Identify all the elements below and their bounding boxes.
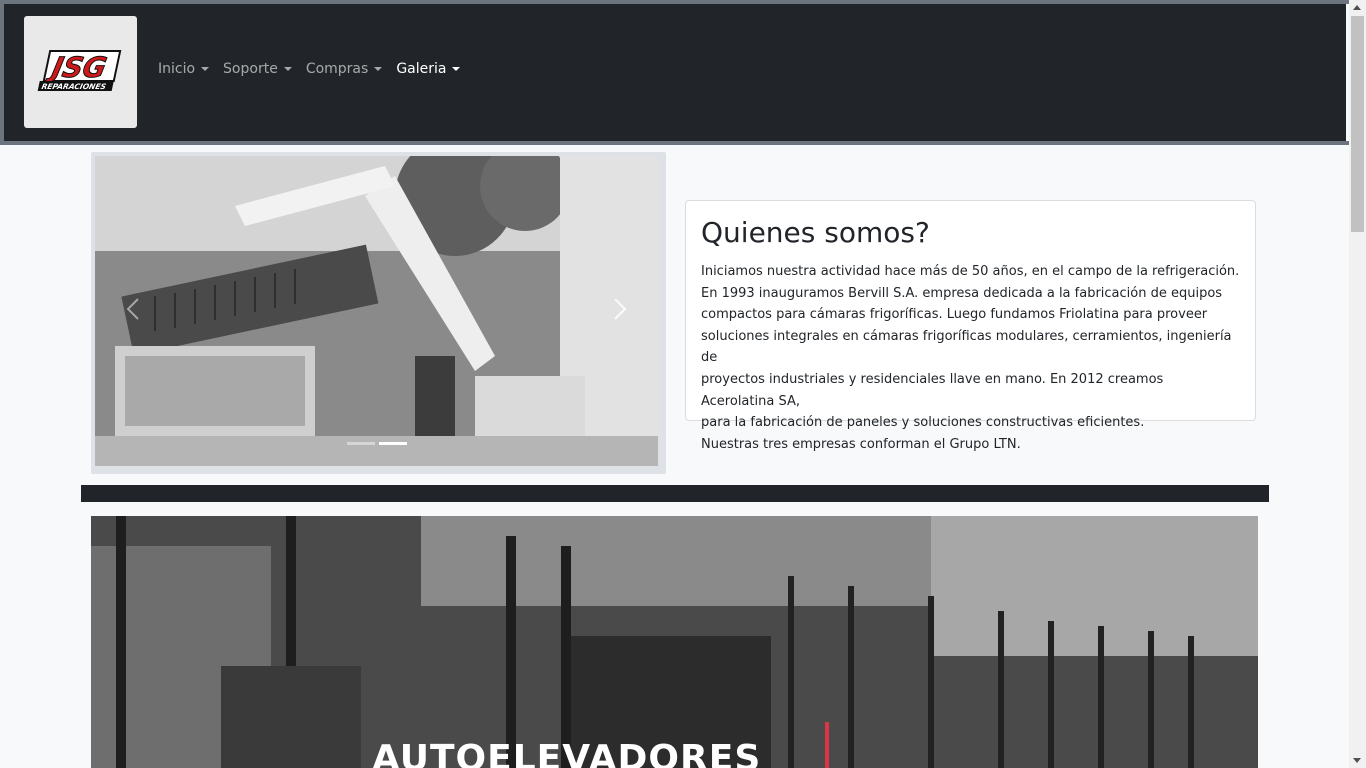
about-text-line: compactos para cámaras frigoríficas. Lue… — [701, 307, 1208, 323]
about-text-line: para la fabricación de paneles y solucio… — [701, 415, 1145, 431]
nav-item-inicio[interactable]: Inicio — [158, 61, 210, 77]
page-scrollbar[interactable] — [1349, 0, 1366, 768]
nav-item-soporte[interactable]: Soporte — [223, 61, 292, 77]
nav-item-label: Inicio — [158, 61, 196, 77]
scroll-up-icon[interactable] — [1353, 5, 1361, 10]
section-divider — [81, 485, 1269, 502]
about-text-line: Iniciamos nuestra actividad hace más de … — [701, 264, 1240, 279]
nav-item-label: Soporte — [223, 61, 278, 77]
caret-down-icon — [201, 67, 210, 71]
brand-logo[interactable]: JSG REPARACIONES — [24, 16, 137, 128]
carousel-indicator-1[interactable] — [347, 442, 375, 445]
about-text-line: Nuestras tres empresas conforman el Grup… — [701, 436, 1021, 452]
about-text-line: proyectos industriales y residenciales l… — [701, 371, 1164, 409]
carousel-indicator-2[interactable] — [379, 442, 407, 445]
caret-down-icon — [283, 67, 292, 71]
scroll-down-icon[interactable] — [1353, 758, 1361, 763]
carousel-next-button[interactable] — [604, 294, 634, 324]
scroll-thumb[interactable] — [1351, 16, 1364, 232]
caret-down-icon — [374, 67, 383, 71]
hero-accent-bar — [825, 722, 829, 768]
about-card: Quienes somos? Iniciamos nuestra activid… — [685, 200, 1256, 452]
navbar-border — [0, 141, 1349, 145]
jsg-logo-icon: JSG REPARACIONES — [37, 50, 121, 91]
main-nav: Inicio Soporte Compras Galeria — [158, 61, 474, 77]
carousel-prev-button[interactable] — [119, 294, 149, 324]
hero-banner: AUTOELEVADORES — [91, 516, 1258, 768]
nav-item-label: Compras — [305, 61, 369, 77]
image-carousel — [91, 152, 666, 474]
about-text-line: soluciones integrales en cámaras frigorí… — [701, 328, 1232, 366]
carousel-slide-image — [95, 156, 658, 466]
nav-item-compras[interactable]: Compras — [306, 61, 383, 77]
caret-down-icon — [452, 67, 461, 71]
hero-title: AUTOELEVADORES — [372, 738, 762, 768]
hero-photo — [91, 516, 1258, 768]
nav-item-galeria[interactable]: Galeria — [396, 61, 461, 77]
nav-item-label: Galeria — [396, 61, 447, 77]
about-title: Quienes somos? — [701, 216, 930, 249]
top-navbar: JSG REPARACIONES Inicio Soporte Compras … — [4, 4, 1346, 141]
carousel-photo — [95, 156, 658, 466]
logo-subtext: REPARACIONES — [40, 82, 107, 91]
carousel-indicators — [347, 442, 411, 445]
about-text-line: En 1993 inauguramos Bervill S.A. empresa… — [701, 285, 1223, 301]
